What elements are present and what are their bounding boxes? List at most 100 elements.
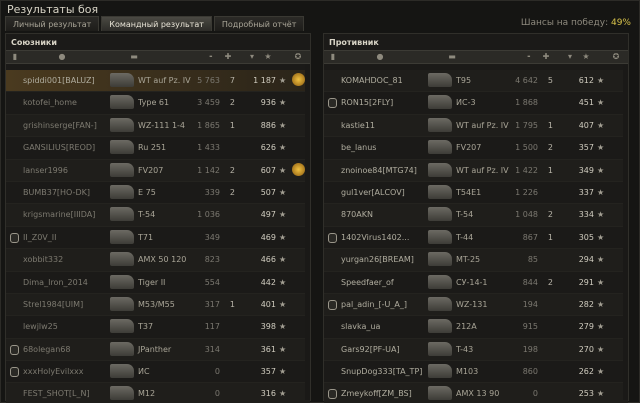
player-row[interactable]: KOMAHDOC_81 T95 4 642 5 612 ★	[324, 70, 628, 93]
player-header-icon[interactable]: ●	[376, 53, 384, 61]
player-row[interactable]: spiddi001[BALUZ] WT auf Pz. IV 5 763 7 1 187…	[6, 70, 310, 93]
star-icon: ★	[597, 322, 605, 332]
tank-name: ИС	[138, 367, 150, 377]
player-row[interactable]: znoinoe84[MTG74] WT auf Pz. IV 1 422 1 349 ★	[324, 159, 628, 182]
player-name[interactable]: KOMAHDOC_81	[341, 76, 403, 86]
damage-value: 4 642	[515, 76, 538, 85]
medal-header-icon[interactable]: ✪	[294, 53, 302, 61]
mic-header-icon[interactable]: ▮	[11, 53, 19, 61]
player-name[interactable]: GANSILIUS[REOD]	[23, 143, 95, 153]
tank-header-icon[interactable]: ▬	[448, 53, 456, 61]
player-header-icon[interactable]: ●	[58, 53, 66, 61]
player-name[interactable]: Speedfaer_of	[341, 278, 394, 288]
player-name[interactable]: kastie11	[341, 121, 375, 131]
player-row[interactable]: FEST_SHOT[L_N] M12 0 316 ★	[6, 383, 310, 403]
mic-header-icon[interactable]: ▮	[329, 53, 337, 61]
damage-value: 3 459	[197, 98, 220, 108]
player-row[interactable]: m xxxHolyEvilxxx ИС 0 357★	[6, 361, 310, 384]
player-row[interactable]: m 68olegan68 JPanther 314 361★	[6, 338, 310, 362]
player-name[interactable]: FEST_SHOT[L_N]	[23, 389, 90, 399]
player-name[interactable]: be_lanus	[341, 143, 376, 153]
frags-header-icon[interactable]: ✚	[542, 53, 550, 61]
player-name[interactable]: 870AKN	[341, 210, 373, 220]
player-row[interactable]: kastie11 WT auf Pz. IV 1 795 1 407 ★	[324, 114, 628, 138]
player-name[interactable]: lewjlw25	[23, 322, 58, 332]
player-row[interactable]: gul1ver[ALCOV] T54E1 1 226 337 ★	[324, 182, 628, 205]
tab-detailed-report[interactable]: Подробный отчёт	[213, 16, 305, 31]
player-name[interactable]: 68olegan68	[23, 345, 70, 355]
player-row[interactable]: m 1402Virus1402... T-44 867 1 305★	[324, 227, 628, 250]
player-name[interactable]: grishinserge[FAN-]	[23, 121, 97, 131]
player-name[interactable]: znoinoe84[MTG74]	[341, 166, 417, 176]
player-row[interactable]: m RON15[2FLY] ИС-3 1 868 451★	[324, 92, 628, 115]
xp-header-icon[interactable]: ▾	[248, 53, 256, 61]
player-name[interactable]: Dima_Iron_2014	[23, 278, 88, 288]
player-name[interactable]: gul1ver[ALCOV]	[341, 188, 405, 198]
frags-value: 5	[547, 76, 553, 85]
player-row[interactable]: yurgan26[BREAM] MT-25 85 294 ★	[324, 249, 628, 272]
player-row[interactable]: GANSILIUS[REOD] Ru 251 1 433 626 ★	[6, 137, 310, 160]
player-name[interactable]: SnupDog333[TA_TP]	[341, 367, 422, 377]
medal-header-icon[interactable]: ✪	[612, 53, 620, 61]
player-row[interactable]: BUMB37[HO-DK] E 75 339 2 507 ★	[6, 182, 310, 205]
player-name[interactable]: xxxHolyEvilxxx	[23, 367, 84, 377]
damage-header-icon[interactable]: ╸	[526, 53, 534, 61]
player-row[interactable]: Strel1984[UIM] M53/M55 317 1 401 ★	[6, 293, 310, 317]
star-header-icon[interactable]: ★	[264, 53, 272, 61]
player-name[interactable]: Strel1984[UIM]	[23, 300, 83, 310]
star-icon: ★	[597, 165, 605, 175]
medal-icon[interactable]: m	[292, 73, 305, 86]
player-name[interactable]: krigsmarine[IIIDA]	[23, 210, 95, 220]
player-row[interactable]: be_lanus FV207 1 500 2 357 ★	[324, 137, 628, 160]
enemies-scrollbar[interactable]	[623, 64, 628, 400]
player-row[interactable]: SnupDog333[TA_TP] M103 860 262 ★	[324, 361, 628, 384]
player-row[interactable]: grishinserge[FAN-] WZ-111 1-4 1 865 1 886 ★	[6, 114, 310, 138]
damage-value: 5 763	[197, 76, 220, 85]
xp-header-icon[interactable]: ▾	[566, 53, 574, 61]
player-row[interactable]: Speedfaer_of СУ-14-1 844 2 291 ★	[324, 272, 628, 294]
medal-icon[interactable]: m	[292, 162, 305, 176]
player-name[interactable]: lanser1996	[23, 166, 68, 176]
player-row[interactable]: m Zmeykoff[ZM_BS] AMX 13 90 0 253★	[324, 383, 628, 403]
star-header-icon[interactable]: ★	[582, 53, 590, 61]
player-name[interactable]: Zmeykoff[ZM_BS]	[341, 389, 412, 399]
player-row[interactable]: slavka_ua 212A 915 279 ★	[324, 316, 628, 339]
player-name[interactable]: spiddi001[BALUZ]	[23, 76, 95, 86]
tank-name: 212A	[456, 322, 477, 332]
xp-value: 357	[578, 143, 594, 153]
tank-icon	[110, 252, 134, 267]
player-name[interactable]: RON15[2FLY]	[341, 98, 393, 108]
star-icon: ★	[597, 187, 605, 197]
player-row[interactable]: m pal_adin_[-U_A_] WZ-131 194 282★	[324, 293, 628, 317]
player-row[interactable]: lanser1996 FV207 1 142 2 607★ m	[6, 159, 310, 182]
player-name[interactable]: BUMB37[HO-DK]	[23, 188, 90, 198]
player-name[interactable]: II_Z0V_II	[23, 233, 56, 243]
player-name[interactable]: yurgan26[BREAM]	[341, 255, 414, 265]
frags-header-icon[interactable]: ✚	[224, 53, 232, 61]
player-row[interactable]: Dima_Iron_2014 Tiger II 554 442 ★	[6, 272, 310, 294]
player-row[interactable]: kotofei_home Type 61 3 459 2 936 ★	[6, 92, 310, 115]
player-name[interactable]: 1402Virus1402...	[341, 233, 409, 243]
player-row[interactable]: 870AKN T-54 1 048 2 334 ★	[324, 204, 628, 227]
star-icon: ★	[597, 277, 605, 287]
player-name[interactable]: xobbit332	[23, 255, 63, 265]
player-name[interactable]: slavka_ua	[341, 322, 380, 332]
tank-name: T54E1	[456, 187, 482, 197]
damage-header-icon[interactable]: ╸	[208, 53, 216, 61]
allies-scrollbar[interactable]	[305, 64, 310, 400]
player-name[interactable]: Gars92[PF-UA]	[341, 345, 400, 355]
damage-value: 339	[204, 187, 220, 197]
player-row[interactable]: krigsmarine[IIIDA] T-54 1 036 497 ★	[6, 204, 310, 227]
tank-icon	[428, 73, 452, 87]
damage-value: 1 048	[515, 210, 538, 220]
player-name[interactable]: pal_adin_[-U_A_]	[341, 300, 407, 310]
player-row[interactable]: m II_Z0V_II T71 349 469★	[6, 227, 310, 250]
player-row[interactable]: lewjlw25 T37 117 398 ★	[6, 316, 310, 339]
player-row[interactable]: xobbit332 AMX 50 120 823 466 ★	[6, 249, 310, 272]
player-row[interactable]: Gars92[PF-UA] T-43 198 270 ★	[324, 338, 628, 362]
tank-header-icon[interactable]: ▬	[130, 53, 138, 61]
tab-personal-result[interactable]: Личный результат	[5, 16, 100, 31]
tank-name: MT-25	[456, 255, 481, 265]
player-name[interactable]: kotofei_home	[23, 98, 77, 108]
tab-team-result[interactable]: Командный результат	[101, 16, 212, 31]
